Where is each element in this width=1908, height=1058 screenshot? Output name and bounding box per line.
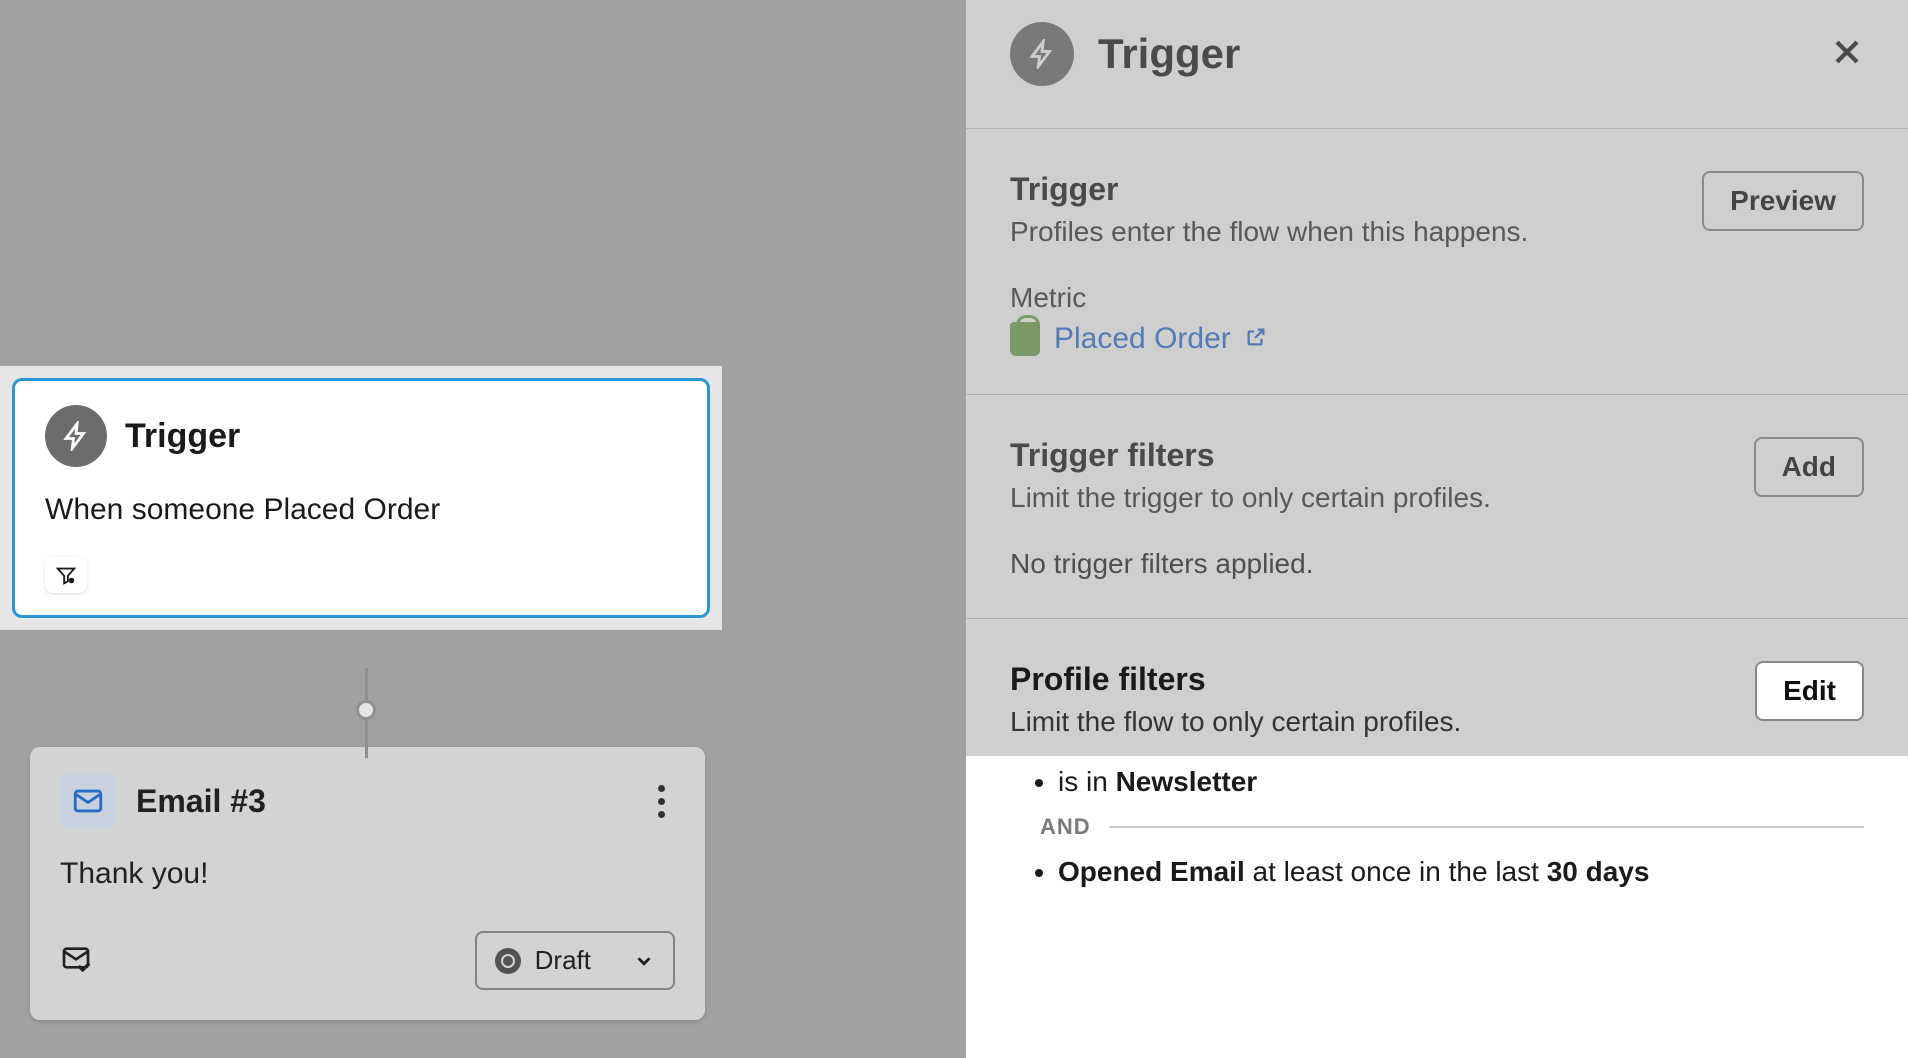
profile-filters-subtext: Limit the flow to only certain profiles. (1010, 706, 1461, 738)
trigger-filters-heading: Trigger filters (1010, 437, 1491, 474)
trigger-filters-subtext: Limit the trigger to only certain profil… (1010, 482, 1491, 514)
email-status-label: Draft (535, 945, 591, 976)
email-status-dropdown[interactable]: Draft (475, 931, 675, 990)
trigger-node-wrapper: Trigger When someone Placed Order (0, 366, 722, 630)
trigger-filters-empty: No trigger filters applied. (1010, 548, 1864, 580)
trigger-node-description: When someone Placed Order (45, 493, 677, 527)
trigger-subtext: Profiles enter the flow when this happen… (1010, 216, 1528, 248)
profile-filters-section: Profile filters Limit the flow to only c… (966, 619, 1908, 934)
shopify-icon (1010, 322, 1040, 356)
trigger-section: Trigger Profiles enter the flow when thi… (966, 129, 1908, 395)
preview-button[interactable]: Preview (1702, 171, 1864, 231)
add-trigger-filter-button[interactable]: Add (1754, 437, 1864, 497)
edit-profile-filters-button[interactable]: Edit (1755, 661, 1864, 721)
email-node-title: Email #3 (136, 783, 627, 820)
trigger-node[interactable]: Trigger When someone Placed Order (12, 378, 710, 618)
chevron-down-icon (633, 950, 655, 972)
metric-link[interactable]: Placed Order (1054, 322, 1231, 356)
trigger-heading: Trigger (1010, 171, 1528, 208)
panel-title: Trigger (1098, 30, 1806, 78)
external-link-icon (1245, 326, 1267, 353)
email-node-menu-button[interactable] (647, 785, 675, 818)
trigger-filters-section: Trigger filters Limit the trigger to onl… (966, 395, 1908, 619)
bolt-icon (45, 405, 107, 467)
and-divider: AND (1040, 814, 1864, 840)
metric-label: Metric (1010, 282, 1864, 314)
email-node-subject: Thank you! (60, 857, 675, 891)
and-label: AND (1040, 814, 1091, 840)
trigger-config-panel: Trigger Trigger Profiles enter the flow … (966, 0, 1908, 1058)
profile-filters-list: is in Newsletter (1010, 766, 1864, 798)
status-dot-icon (495, 948, 521, 974)
profile-filter-rule: Opened Email at least once in the last 3… (1058, 856, 1864, 888)
email-node[interactable]: Email #3 Thank you! Draft (30, 747, 705, 1020)
profile-filter-indicator-icon[interactable] (45, 557, 87, 593)
flow-canvas[interactable]: Trigger When someone Placed Order Email … (0, 0, 966, 1058)
add-step-handle[interactable] (356, 700, 376, 720)
email-icon (60, 773, 116, 829)
profile-filters-heading: Profile filters (1010, 661, 1461, 698)
close-button[interactable] (1830, 35, 1864, 74)
divider-line (1109, 826, 1864, 828)
bolt-icon (1010, 22, 1074, 86)
trigger-node-title: Trigger (125, 417, 240, 456)
profile-filter-rule: is in Newsletter (1058, 766, 1864, 798)
send-preview-icon[interactable] (60, 942, 92, 979)
panel-header: Trigger (966, 0, 1908, 129)
